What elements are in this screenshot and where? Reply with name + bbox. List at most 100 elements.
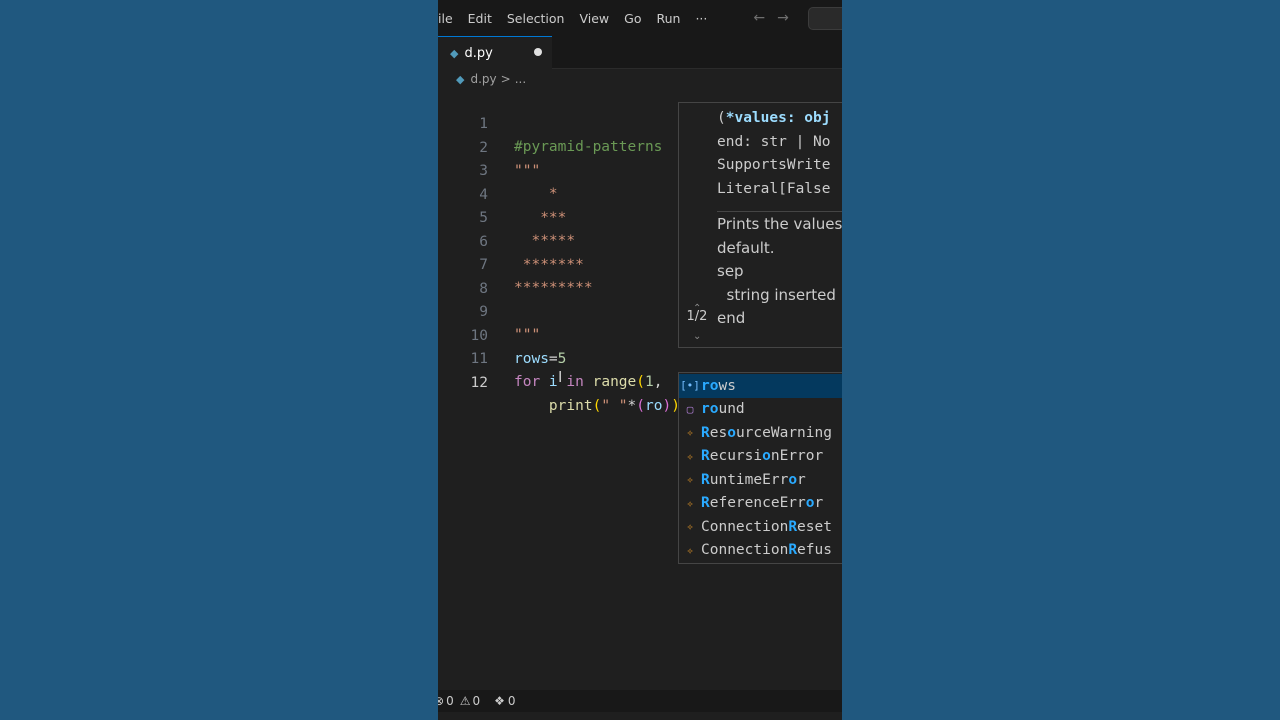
suggestion-text: eferenceErr (709, 495, 806, 512)
suggestion-rest: ws (718, 377, 736, 394)
menu-view[interactable]: View (579, 11, 609, 26)
signature-text: (*values: obj end: str | No SupportsWrit… (717, 107, 831, 201)
suggestion-rest: urceWarning (735, 424, 832, 441)
breadcrumb: ◆ d.py > ... (438, 69, 842, 89)
sig-active-param: *values: obj (725, 110, 831, 126)
class-icon: ✧ (686, 426, 694, 440)
suggestion-text: eset (797, 518, 832, 535)
sig-line: end: str | No (717, 133, 831, 150)
chevron-down-icon[interactable]: ⌄ (693, 331, 701, 342)
suggestion-text: es (709, 424, 728, 441)
menu-edit[interactable]: Edit (468, 11, 492, 26)
suggestion-text: Connection (701, 542, 789, 559)
suggestion-match: ro (701, 377, 719, 394)
autocomplete-suggestions: [•] rows ▢ round ✧ ResourceWarning ✧ Rec… (678, 372, 842, 564)
suggestion-text: ecursi (709, 448, 763, 465)
popup-divider (717, 211, 842, 212)
command-center-search[interactable] (808, 7, 842, 30)
code-token: in (566, 374, 584, 390)
suggestion-match: R (788, 518, 798, 535)
error-count[interactable]: 0 (446, 694, 454, 708)
signature-docs: Prints the values default. sep string in… (717, 213, 842, 331)
code-token: i (540, 374, 567, 390)
code-token: for (514, 374, 541, 390)
code-editor-window: ile Edit Selection View Go Run ··· ← → ◆… (438, 0, 842, 720)
status-bar: ⊗ 0 ⚠ 0 ❖ 0 (438, 690, 842, 712)
suggestion-referenceerror[interactable]: ✧ ReferenceError (679, 492, 842, 516)
breadcrumb-rest[interactable]: ... (515, 72, 526, 86)
code-token: ro (644, 397, 663, 414)
code-token: ) (662, 397, 672, 414)
tab-d-py[interactable]: ◆ d.py (438, 36, 552, 69)
suggestion-recursionerror[interactable]: ✧ RecursionError (679, 445, 842, 469)
back-arrow-icon[interactable]: ← (753, 10, 765, 26)
suggestion-text: Connection (701, 518, 789, 535)
menu-file[interactable]: ile (438, 11, 453, 26)
suggestion-connectionrefus[interactable]: ✧ ConnectionRefus (679, 539, 842, 563)
tab-bar: ◆ d.py (438, 36, 842, 69)
variable-icon: [•] (680, 379, 700, 393)
menu-bar: ile Edit Selection View Go Run ··· ← → (438, 0, 842, 36)
code-token: " " (601, 397, 628, 414)
suggestion-round[interactable]: ▢ round (679, 398, 842, 422)
suggestion-match: R (701, 471, 710, 488)
sig-line: SupportsWrite (717, 157, 831, 173)
code-token: range (583, 374, 637, 390)
code-token: , (653, 374, 663, 390)
menu-go[interactable]: Go (624, 11, 641, 26)
suggestion-rest: r (797, 471, 806, 488)
doc-line: sep (717, 262, 744, 280)
breadcrumb-separator: > (500, 72, 511, 86)
class-icon: ✧ (686, 520, 694, 534)
warning-icon[interactable]: ⚠ (460, 694, 471, 708)
suggestion-text: efus (797, 542, 832, 559)
breadcrumb-file[interactable]: d.py (470, 72, 496, 86)
suggestion-rest: und (718, 401, 745, 418)
line-number: 12 (470, 374, 488, 391)
suggestion-rows[interactable]: [•] rows (679, 374, 842, 398)
menu-more-icon[interactable]: ··· (695, 11, 707, 26)
code-token: * (627, 397, 637, 414)
doc-line: string inserted (717, 285, 836, 304)
suggestion-match: R (701, 495, 710, 512)
suggestion-match: o (805, 495, 815, 512)
tab-label: d.py (464, 45, 493, 61)
suggestion-runtimeerror[interactable]: ✧ RuntimeError (679, 468, 842, 492)
unsaved-dot-icon[interactable] (534, 48, 542, 56)
function-cube-icon: ▢ (686, 402, 694, 416)
ports-count[interactable]: 0 (508, 694, 516, 708)
code-token: ( (592, 397, 602, 414)
code-token: print (548, 397, 593, 414)
suggestion-text: untimeErr (709, 471, 789, 488)
suggestion-rest: r (814, 495, 824, 512)
code-token: ( (636, 397, 645, 414)
python-file-icon: ◆ (450, 46, 459, 60)
sig-paren: ( (717, 110, 726, 126)
warning-count[interactable]: 0 (472, 694, 480, 708)
code-token: ( (636, 374, 645, 390)
suggestion-connectionreset[interactable]: ✧ ConnectionReset (679, 515, 842, 539)
doc-line: Prints the values (717, 215, 842, 233)
video-background-left (0, 0, 438, 720)
menu-run[interactable]: Run (656, 11, 680, 26)
signature-help-popup: (*values: obj end: str | No SupportsWrit… (678, 102, 842, 348)
suggestion-match: R (701, 424, 710, 441)
video-background-right (842, 0, 1280, 720)
suggestion-match: R (701, 448, 710, 465)
suggestion-resourcewarning[interactable]: ✧ ResourceWarning (679, 421, 842, 445)
ports-icon[interactable]: ❖ (494, 694, 505, 708)
class-icon: ✧ (686, 473, 694, 487)
class-icon: ✧ (686, 496, 694, 510)
error-icon[interactable]: ⊗ (438, 694, 444, 708)
overload-counter: 1/2 (686, 309, 708, 324)
code-line-active: 12 print(" "*(ro)) (438, 349, 842, 414)
suggestion-rest: nError (770, 448, 824, 465)
doc-line: end (717, 309, 746, 327)
forward-arrow-icon[interactable]: → (777, 10, 789, 26)
mouse-ibeam-cursor-icon: I (558, 368, 563, 386)
suggestion-match: ro (701, 401, 719, 418)
suggestion-match: R (788, 542, 798, 559)
menu-selection[interactable]: Selection (507, 11, 565, 26)
python-file-icon: ◆ (456, 72, 465, 86)
